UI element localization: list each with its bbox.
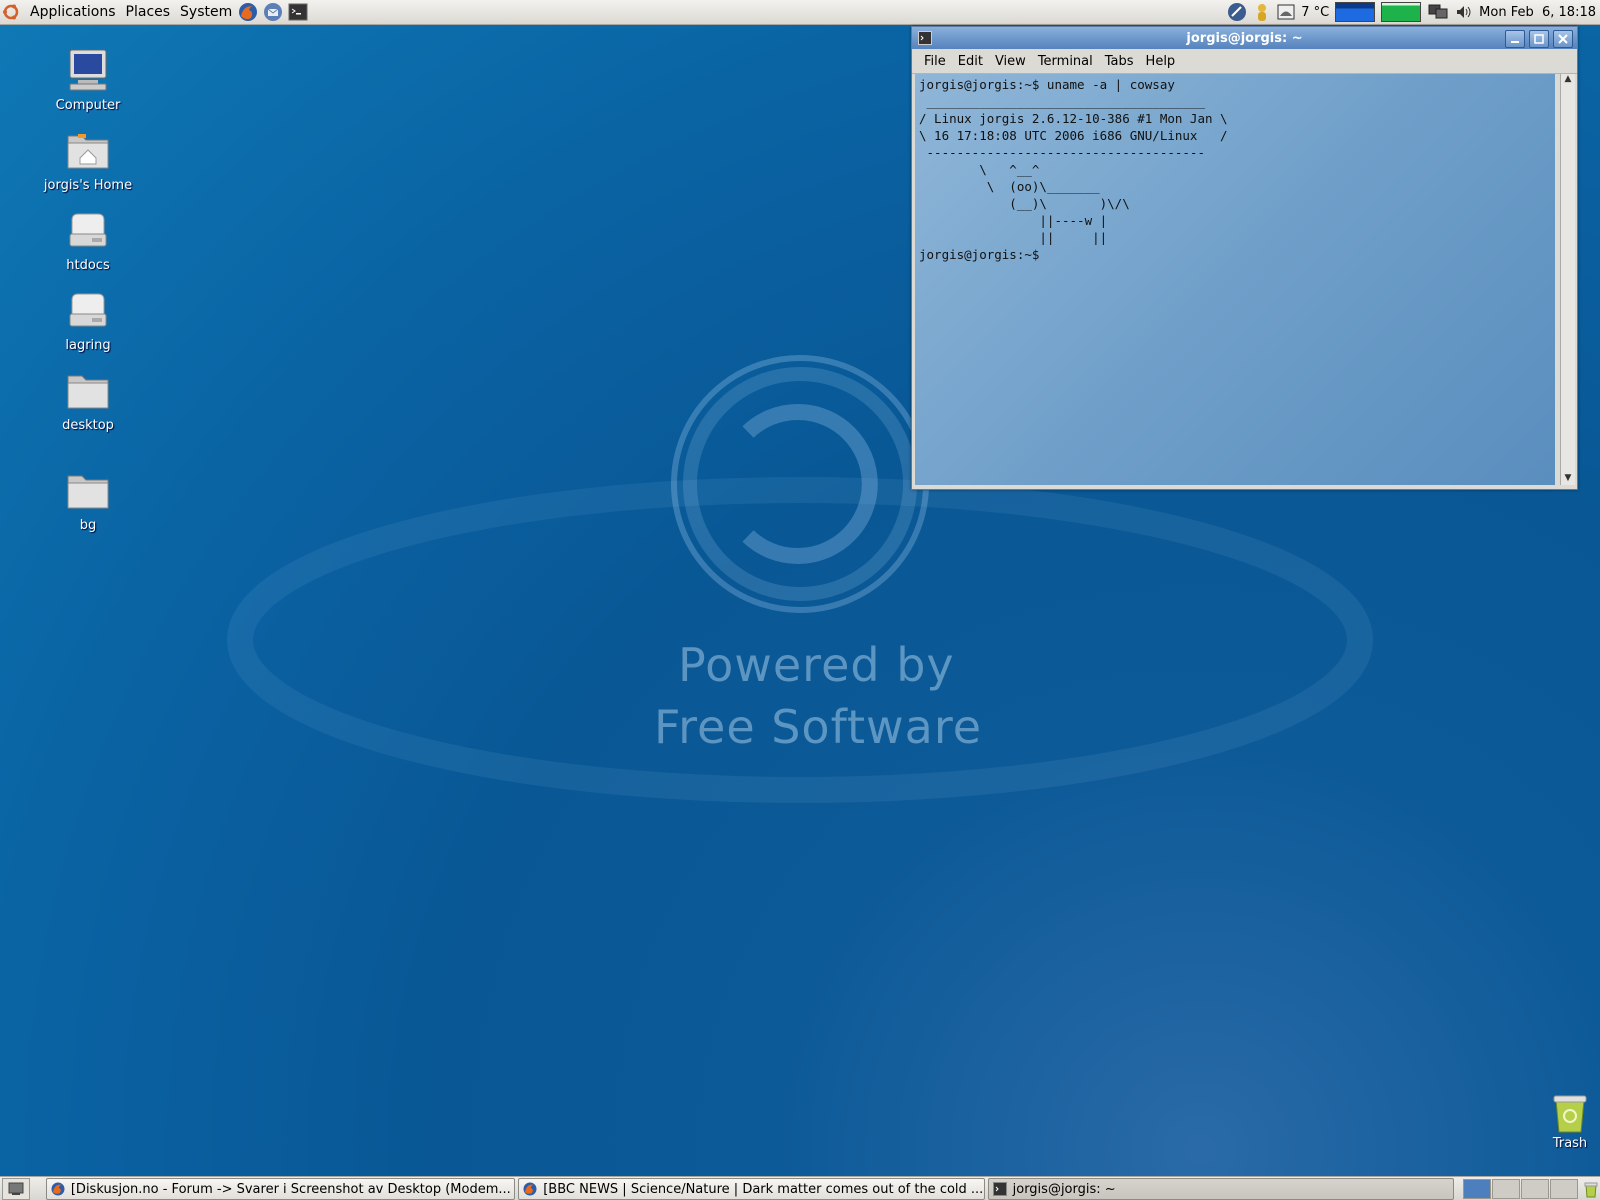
show-desktop-icon <box>8 1182 24 1195</box>
scroll-down-icon[interactable]: ▼ <box>1561 473 1575 485</box>
desktop-icon-trash[interactable]: Trash <box>1540 1090 1600 1151</box>
taskbar-item-diskusjon[interactable]: [Diskusjon.no - Forum -> Svarer i Screen… <box>45 1178 516 1200</box>
menu-terminal[interactable]: Terminal <box>1038 54 1093 69</box>
terminal-text: jorgis@jorgis:~$ uname -a | cowsay _____… <box>919 77 1228 262</box>
taskbar-item-label: [BBC NEWS | Science/Nature | Dark matter… <box>543 1181 984 1197</box>
firefox-icon <box>51 1182 65 1196</box>
maximize-button[interactable] <box>1529 30 1549 48</box>
trash-icon <box>1548 1090 1592 1134</box>
wallpaper-text-line1: Powered by <box>678 638 955 692</box>
minimize-button[interactable] <box>1505 30 1525 48</box>
taskbar-item-label: jorgis@jorgis: ~ <box>1012 1181 1116 1197</box>
trash-label: Trash <box>1552 1136 1588 1151</box>
workspace-switcher <box>1462 1179 1579 1199</box>
terminal-window[interactable]: jorgis@jorgis: ~ File Edit View Terminal… <box>911 26 1578 490</box>
menu-edit[interactable]: Edit <box>958 54 983 69</box>
terminal-titlebar[interactable]: jorgis@jorgis: ~ <box>912 27 1577 49</box>
workspace-1[interactable] <box>1463 1179 1492 1199</box>
close-icon <box>1558 34 1568 44</box>
menu-help[interactable]: Help <box>1146 54 1176 69</box>
wallpaper-copyleft-logo-icon <box>671 355 929 613</box>
close-button[interactable] <box>1553 30 1573 48</box>
taskbar-item-bbc[interactable]: [BBC NEWS | Science/Nature | Dark matter… <box>518 1178 985 1200</box>
taskbar-item-terminal[interactable]: jorgis@jorgis: ~ <box>987 1178 1455 1200</box>
firefox-icon <box>523 1182 537 1196</box>
terminal-output[interactable]: jorgis@jorgis:~$ uname -a | cowsay _____… <box>915 74 1555 485</box>
maximize-icon <box>1534 34 1544 44</box>
terminal-menubar: File Edit View Terminal Tabs Help <box>912 49 1577 74</box>
scroll-up-icon[interactable]: ▲ <box>1561 74 1575 86</box>
show-desktop-button[interactable] <box>2 1178 30 1200</box>
workspace-4[interactable] <box>1550 1179 1579 1199</box>
workspace-3[interactable] <box>1521 1179 1550 1199</box>
desktop: Applications Places System 7 °C Mon Feb … <box>0 0 1600 1200</box>
minimize-icon <box>1511 41 1519 43</box>
trash-applet-icon[interactable] <box>1582 1180 1600 1198</box>
menu-file[interactable]: File <box>924 54 946 69</box>
terminal-icon <box>992 1182 1007 1196</box>
wallpaper-text-line2: Free Software <box>654 700 983 754</box>
taskbar-item-label: [Diskusjon.no - Forum -> Svarer i Screen… <box>70 1181 511 1197</box>
terminal-title: jorgis@jorgis: ~ <box>1186 30 1303 46</box>
workspace-2[interactable] <box>1492 1179 1521 1199</box>
menu-tabs[interactable]: Tabs <box>1105 54 1134 69</box>
menu-view[interactable]: View <box>995 54 1026 69</box>
terminal-scrollbar[interactable]: ▲ ▼ <box>1560 74 1575 485</box>
bottom-panel: [Diskusjon.no - Forum -> Svarer i Screen… <box>0 1176 1600 1200</box>
